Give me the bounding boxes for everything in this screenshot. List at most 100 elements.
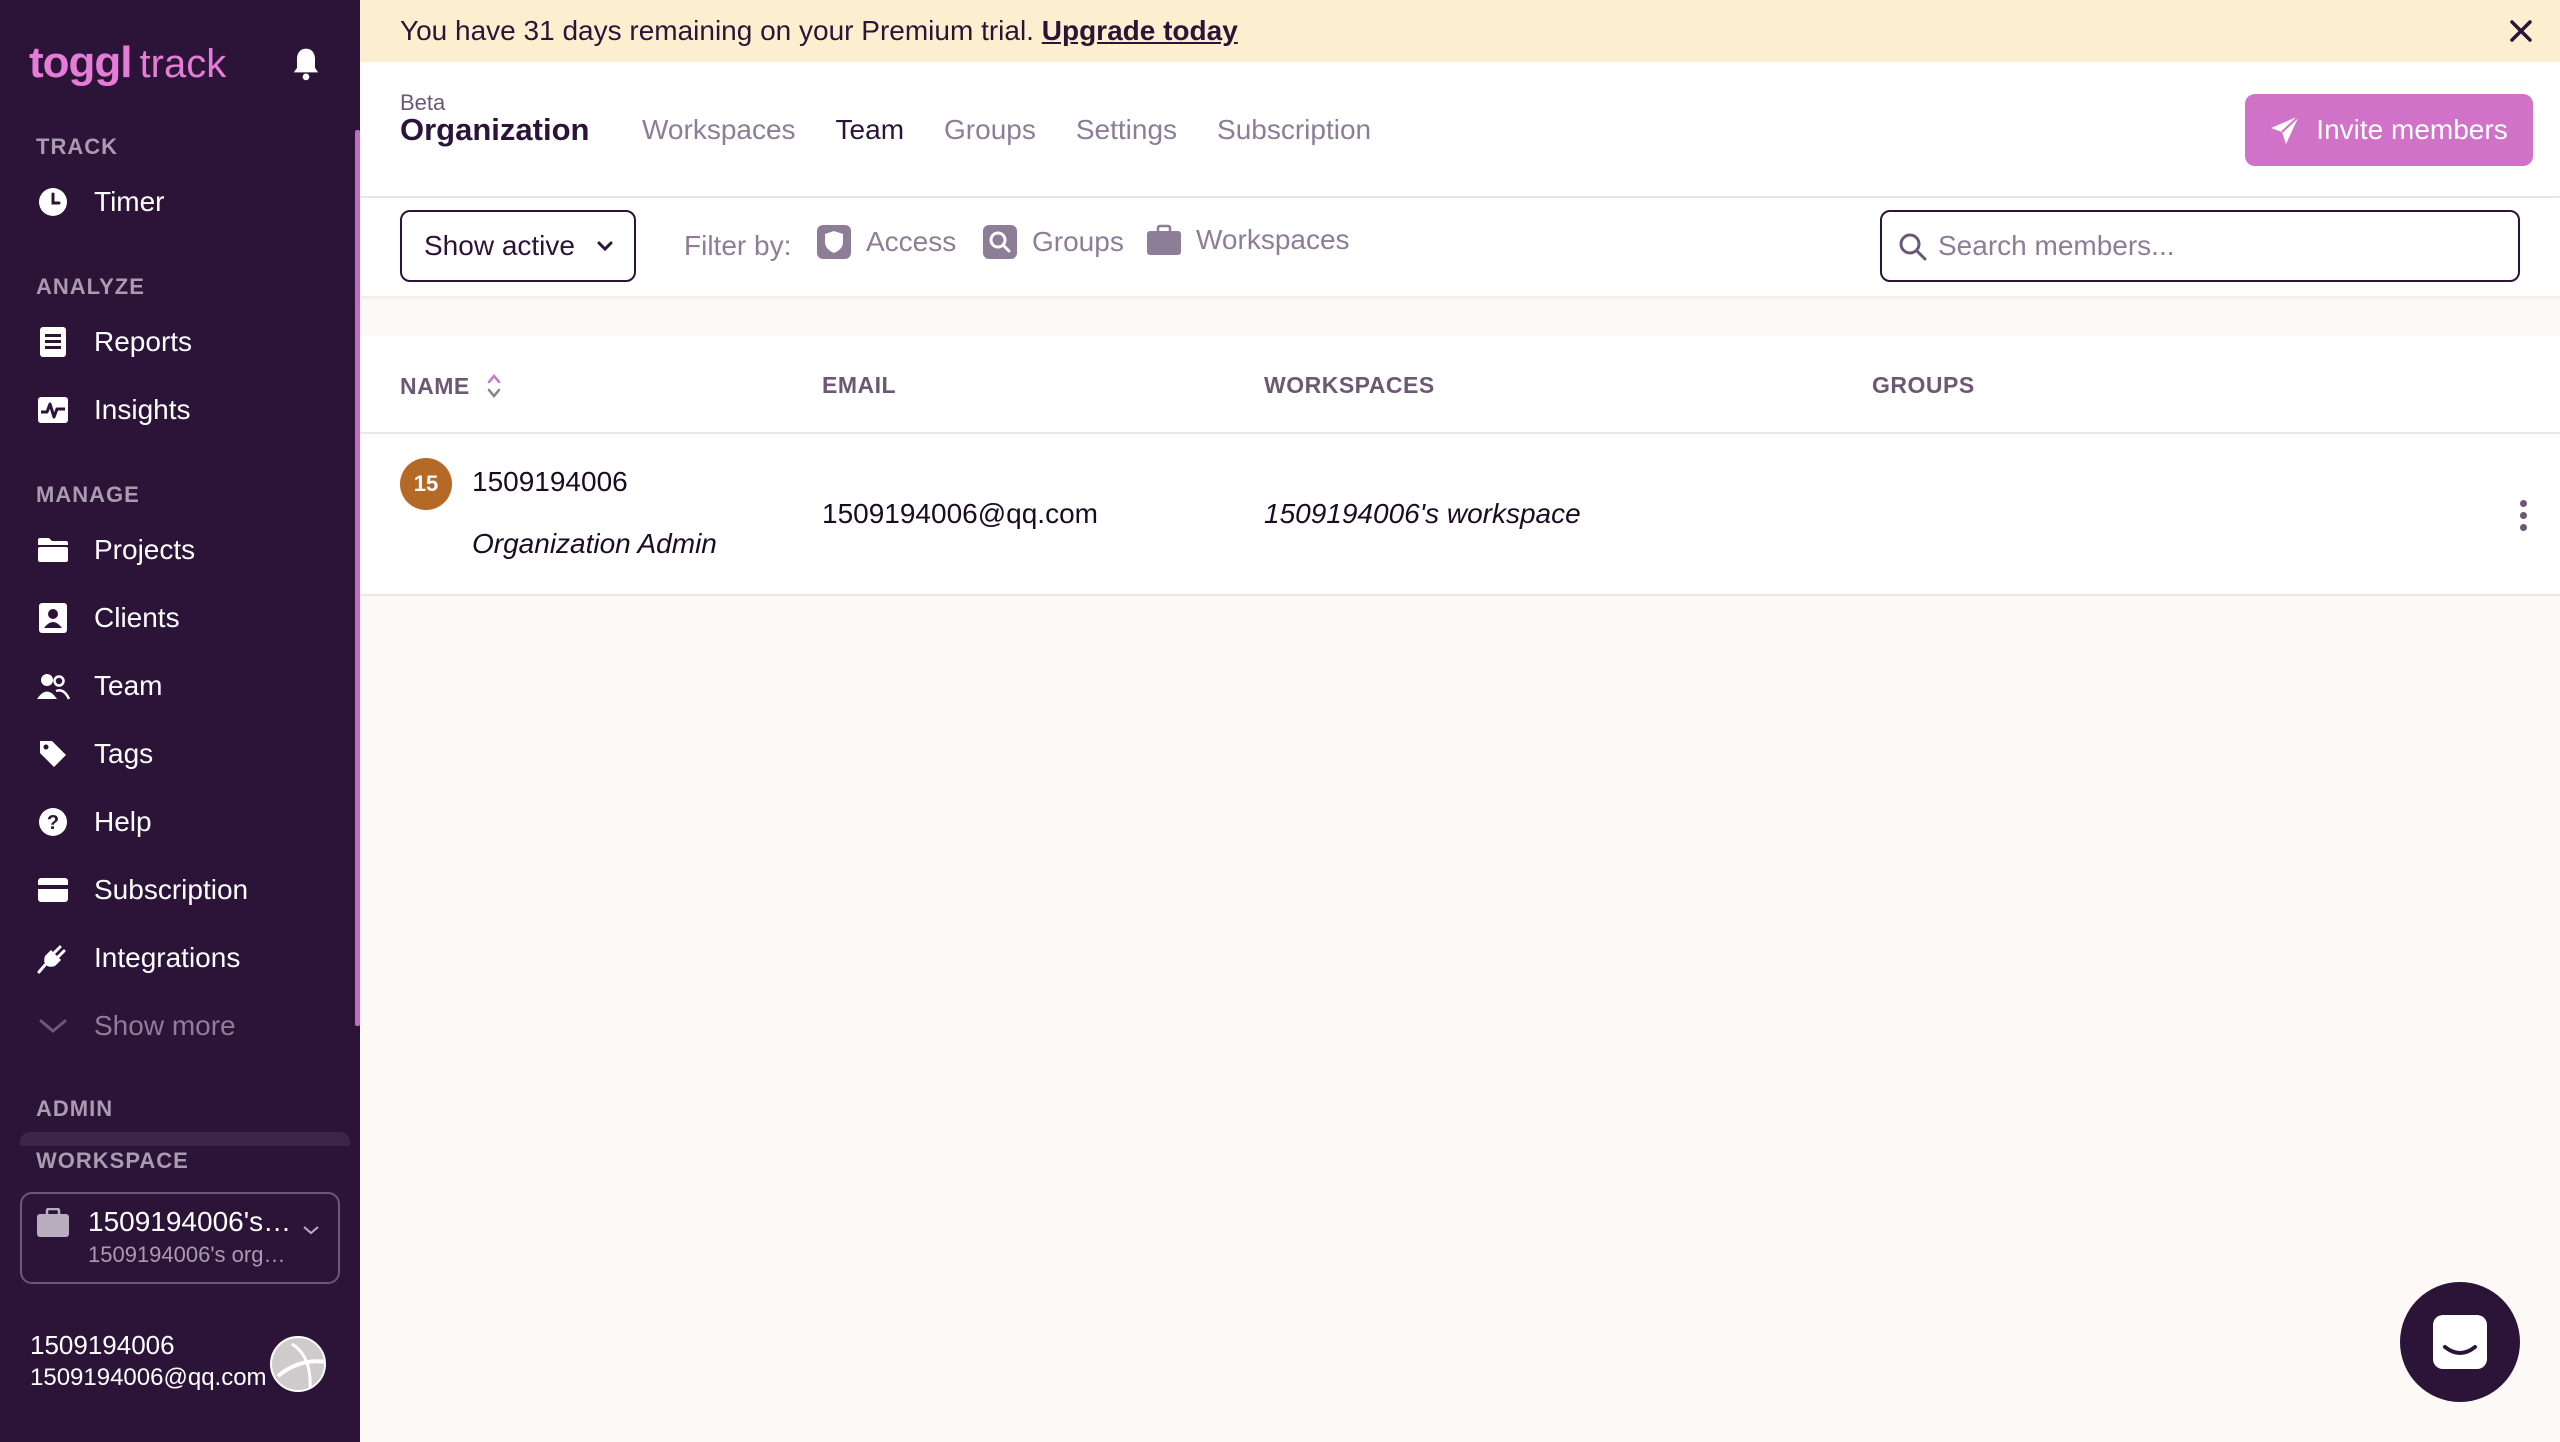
upgrade-link[interactable]: Upgrade today	[1042, 15, 1238, 46]
plug-icon	[36, 941, 70, 975]
column-name[interactable]: NAME	[400, 372, 502, 400]
section-label-workspace: WORKSPACE	[36, 1148, 189, 1173]
sidebar-item-reports[interactable]: Reports	[36, 320, 192, 364]
member-role: Organization Admin	[472, 528, 717, 559]
search-members[interactable]	[1880, 210, 2520, 282]
sidebar-item-timer[interactable]: Timer	[36, 180, 165, 224]
sidebar: toggl track TRACK Timer ANALYZE Reports …	[0, 0, 360, 1442]
workspace-strip	[20, 1132, 350, 1146]
section-label-admin: ADMIN	[36, 1096, 114, 1121]
page-title: Organization	[400, 112, 590, 147]
chat-launcher[interactable]	[2400, 1282, 2520, 1402]
invite-members-button[interactable]: Invite members	[2245, 94, 2533, 166]
sidebar-item-insights[interactable]: Insights	[36, 388, 191, 432]
member-name: 1509194006	[472, 466, 628, 497]
clock-icon	[36, 185, 70, 219]
invite-members-label: Invite members	[2316, 114, 2508, 145]
insights-icon	[36, 393, 70, 427]
trial-text: You have 31 days remaining on your Premi…	[400, 15, 1034, 46]
chat-icon	[2433, 1315, 2487, 1369]
tab-subscription[interactable]: Subscription	[1217, 114, 1371, 146]
logo-primary: toggl	[29, 38, 133, 87]
paper-plane-icon	[2271, 115, 2300, 144]
search-input[interactable]	[1938, 222, 2498, 270]
sidebar-item-clients[interactable]: Clients	[36, 596, 180, 640]
svg-text:?: ?	[47, 812, 59, 834]
filter-workspaces[interactable]: Workspaces	[1146, 224, 1350, 256]
member-avatar: 15	[400, 458, 452, 510]
page-header: Beta Organization Workspaces Team Groups…	[360, 62, 2560, 198]
tab-groups[interactable]: Groups	[944, 114, 1036, 146]
filter-by-label: Filter by:	[684, 230, 792, 261]
sidebar-item-label: Timer	[94, 186, 165, 217]
org-tabs: Workspaces Team Groups Settings Subscrip…	[642, 114, 1371, 146]
column-name-label: NAME	[400, 372, 470, 399]
workspace-name: 1509194006's workspace	[88, 1206, 296, 1237]
status-select-value: Show active	[424, 230, 575, 261]
filter-bar: Show active Filter by: Access Groups Wor…	[360, 198, 2560, 296]
filter-access-label: Access	[866, 226, 957, 257]
sidebar-item-label: Projects	[94, 534, 196, 565]
chevron-down-icon	[597, 241, 613, 252]
tab-workspaces[interactable]: Workspaces	[642, 114, 796, 146]
section-label-track: TRACK	[36, 134, 118, 159]
trial-message: You have 31 days remaining on your Premi…	[400, 15, 1238, 47]
sidebar-item-integrations[interactable]: Integrations	[36, 936, 240, 980]
current-user-email[interactable]: 1509194006@qq.com	[30, 1364, 270, 1392]
sidebar-item-label: Integrations	[94, 942, 241, 973]
row-actions-icon[interactable]	[2516, 500, 2530, 536]
table-header: NAME EMAIL WORKSPACES GROUPS	[360, 336, 2560, 434]
sidebar-item-label: Tags	[94, 738, 154, 769]
filter-groups[interactable]: Groups	[982, 224, 1124, 260]
status-select[interactable]: Show active	[400, 210, 636, 282]
client-icon	[36, 601, 70, 635]
help-icon: ?	[36, 805, 70, 839]
filter-workspaces-label: Workspaces	[1196, 224, 1350, 255]
section-label-analyze: ANALYZE	[36, 274, 145, 299]
sidebar-item-projects[interactable]: Projects	[36, 528, 195, 572]
search-group-icon	[983, 225, 1017, 259]
member-email: 1509194006@qq.com	[822, 498, 1098, 529]
member-workspaces: 1509194006's workspace	[1264, 498, 1581, 529]
sidebar-item-label: Subscription	[94, 874, 249, 905]
current-user-name[interactable]: 1509194006	[30, 1330, 175, 1361]
filter-access[interactable]: Access	[816, 224, 956, 260]
column-email: EMAIL	[822, 372, 897, 398]
sidebar-item-label: Clients	[94, 602, 180, 633]
sidebar-item-tags[interactable]: Tags	[36, 732, 153, 776]
sidebar-item-label: Team	[94, 670, 163, 701]
credit-card-icon	[36, 873, 70, 907]
sidebar-item-team[interactable]: Team	[36, 664, 162, 708]
column-workspaces: WORKSPACES	[1264, 372, 1435, 398]
chevron-down-icon	[36, 1009, 70, 1043]
sidebar-show-more[interactable]: Show more	[36, 1004, 236, 1048]
sidebar-item-label: Show more	[94, 1010, 236, 1041]
organization-name: 1509194006's organization	[88, 1242, 288, 1267]
user-avatar[interactable]	[270, 1336, 326, 1392]
folder-icon	[36, 533, 70, 567]
section-label-manage: MANAGE	[36, 482, 140, 507]
shield-icon	[817, 225, 851, 259]
report-icon	[36, 325, 70, 359]
workspace-switcher[interactable]: 1509194006's workspace 1509194006's orga…	[20, 1192, 340, 1284]
trial-banner: You have 31 days remaining on your Premi…	[360, 0, 2560, 62]
sidebar-item-label: Insights	[94, 394, 191, 425]
sidebar-item-subscription[interactable]: Subscription	[36, 868, 248, 912]
tag-icon	[36, 737, 70, 771]
search-icon	[1899, 233, 1927, 261]
tab-settings[interactable]: Settings	[1076, 114, 1177, 146]
members-table: NAME EMAIL WORKSPACES GROUPS 15 15091940…	[360, 336, 2560, 596]
briefcase-icon	[1147, 224, 1181, 255]
chevron-down-icon	[303, 1226, 319, 1235]
sidebar-item-label: Help	[94, 806, 152, 837]
bell-icon[interactable]	[290, 46, 322, 82]
sidebar-item-help[interactable]: ? Help	[36, 800, 152, 844]
table-row[interactable]: 15 1509194006 Organization Admin 1509194…	[360, 434, 2560, 596]
toggl-track-logo[interactable]: toggl track	[29, 38, 226, 88]
tab-team[interactable]: Team	[836, 114, 904, 146]
sort-icon[interactable]	[486, 372, 502, 400]
filter-groups-label: Groups	[1032, 226, 1124, 257]
logo-secondary: track	[139, 42, 227, 86]
close-icon[interactable]	[2506, 16, 2536, 46]
team-icon	[36, 669, 70, 703]
